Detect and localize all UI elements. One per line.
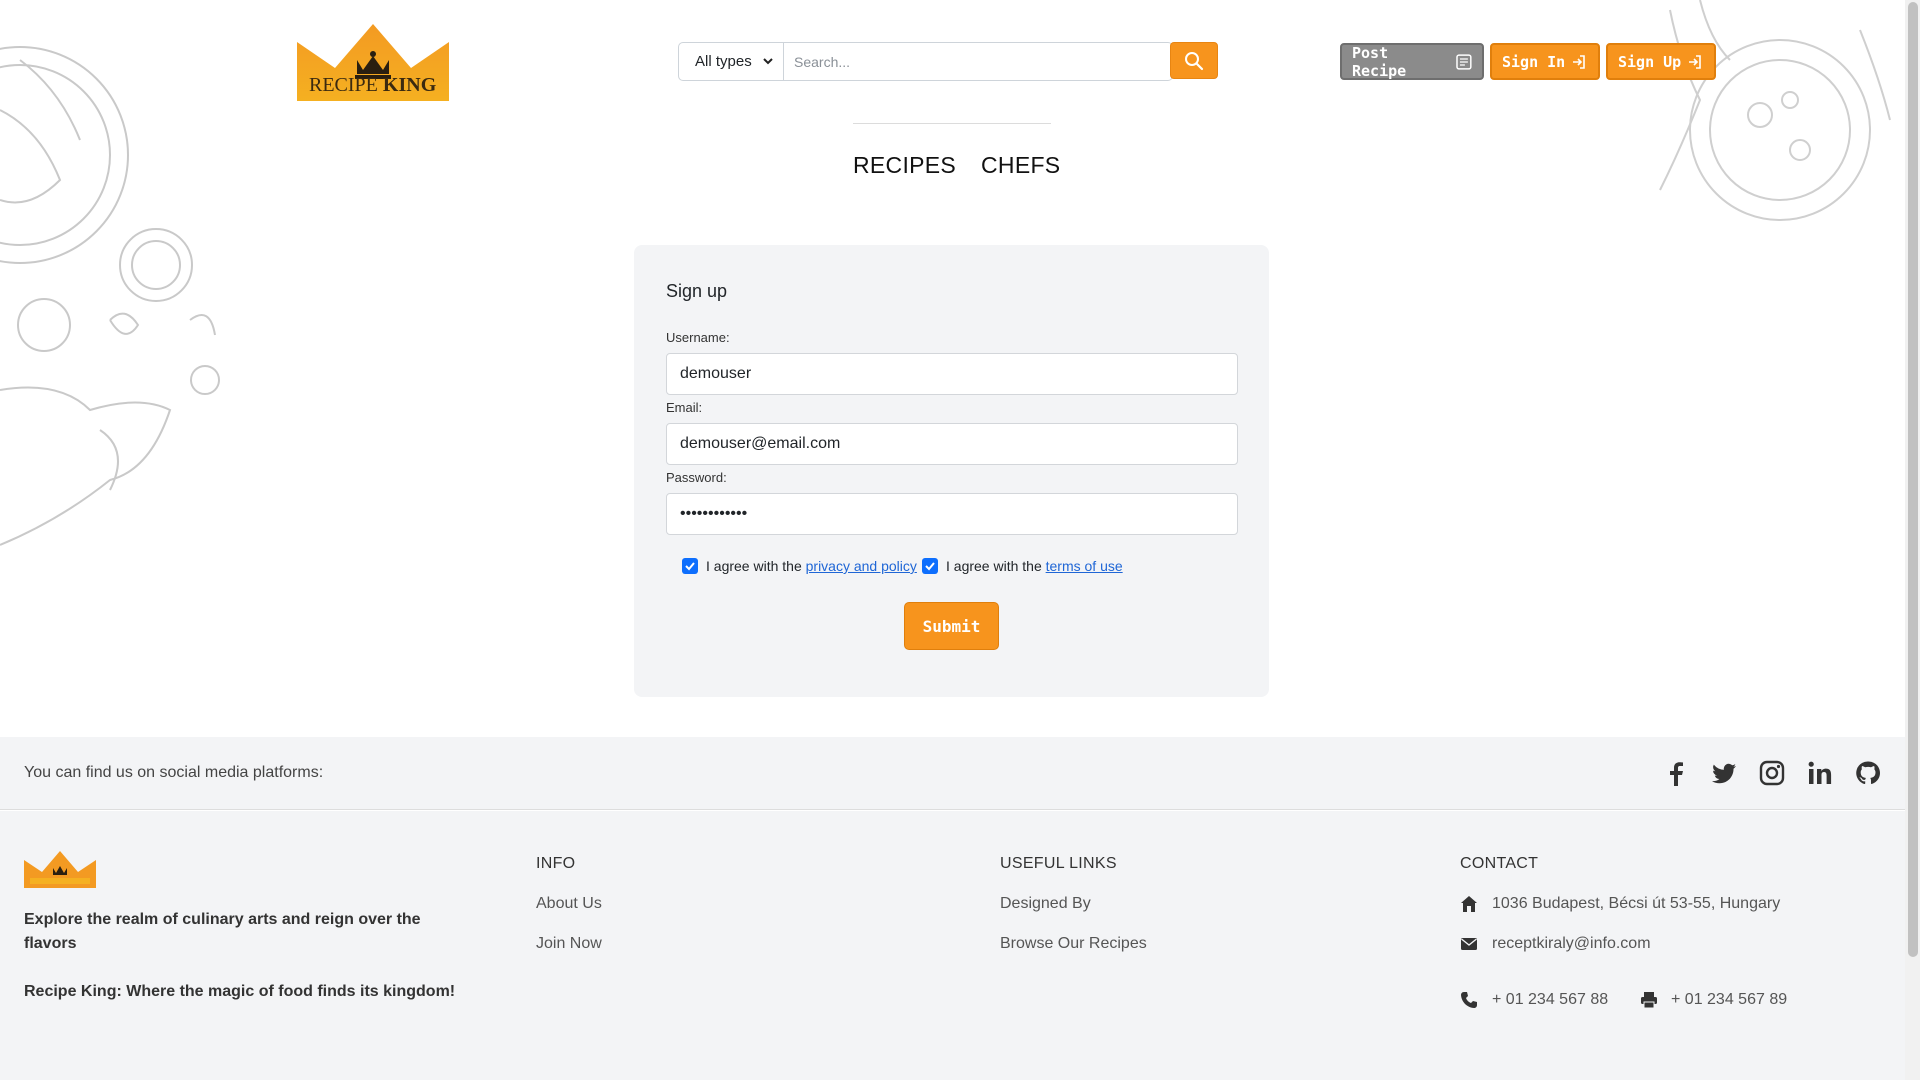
contact-phone: + 01 234 567 88 [1492, 991, 1609, 1008]
search-input[interactable] [784, 42, 1173, 81]
terms-of-use-link[interactable]: terms of use [1046, 558, 1123, 574]
privacy-agree-row: I agree with the privacy and policy [682, 558, 917, 574]
food-sketch-left-decoration [0, 46, 220, 546]
nav-recipes-link[interactable]: RECIPES [853, 152, 956, 179]
username-label: Username: [666, 330, 730, 345]
post-recipe-label: Post Recipe [1352, 43, 1407, 80]
contact-address: 1036 Budapest, Bécsi út 53-55, Hungary [1492, 895, 1781, 912]
privacy-checkbox[interactable] [682, 558, 698, 574]
contact-email[interactable]: receptkiraly@info.com [1492, 935, 1651, 953]
contact-heading: CONTACT [1460, 855, 1539, 872]
scrollbar-thumb[interactable] [1908, 2, 1918, 957]
footer-tagline-1: Explore the realm of culinary arts and r… [24, 911, 421, 952]
linkedin-icon[interactable] [1806, 759, 1834, 787]
page-scrollbar[interactable] [1905, 0, 1920, 1080]
checkmark-icon [925, 562, 935, 571]
privacy-agree-text: I agree with the [706, 558, 802, 574]
footer-tagline-2: Recipe King: Where the magic of food fin… [24, 983, 456, 1000]
facebook-icon[interactable] [1662, 759, 1690, 787]
social-text: You can find us on social media platform… [24, 764, 324, 781]
email-label: Email: [666, 400, 703, 415]
chevron-down-icon [763, 58, 773, 65]
recipe-king-logo[interactable]: RECIPE KING [297, 24, 449, 101]
sign-up-button[interactable]: Sign Up [1606, 43, 1716, 80]
submit-button[interactable]: Submit [904, 602, 999, 650]
envelope-icon [1461, 938, 1477, 950]
github-icon[interactable] [1854, 759, 1882, 787]
search-icon [1185, 51, 1204, 70]
designed-by-link[interactable]: Designed By [1000, 895, 1091, 913]
email-field[interactable] [666, 423, 1238, 465]
twitter-icon[interactable] [1710, 759, 1738, 787]
printer-icon [1641, 992, 1657, 1009]
type-select-value: All types [695, 53, 752, 70]
instagram-icon[interactable] [1758, 759, 1786, 787]
about-us-link[interactable]: About Us [536, 895, 602, 913]
recipe-card-icon [1456, 53, 1472, 70]
username-field[interactable] [666, 353, 1238, 395]
sign-in-button[interactable]: Sign In [1490, 43, 1600, 80]
nav-divider [853, 123, 1051, 124]
sign-up-label: Sign Up [1618, 52, 1682, 71]
password-field[interactable] [666, 493, 1238, 535]
food-sketch-right-decoration [1659, 0, 1891, 221]
logo-recipe-text: RECIPE [309, 74, 378, 96]
info-heading: INFO [536, 855, 576, 872]
terms-agree-row: I agree with the terms of use [922, 558, 1123, 574]
join-now-link[interactable]: Join Now [536, 935, 602, 953]
checkmark-icon [685, 562, 695, 571]
phone-icon [1461, 992, 1477, 1008]
search-bar: All types [678, 42, 1173, 81]
sign-in-icon [1689, 54, 1702, 69]
browse-recipes-link[interactable]: Browse Our Recipes [1000, 935, 1147, 953]
sign-up-card: Sign up Username: Email: Password: I agr… [634, 245, 1269, 697]
password-label: Password: [666, 470, 727, 485]
terms-agree-text: I agree with the [946, 558, 1042, 574]
type-select[interactable]: All types [678, 42, 784, 81]
post-recipe-button[interactable]: Post Recipe [1340, 43, 1484, 80]
form-title: Sign up [666, 281, 728, 301]
sign-in-icon [1573, 54, 1586, 69]
footer: Explore the realm of culinary arts and r… [0, 811, 1905, 1080]
nav-chefs-link[interactable]: CHEFS [981, 152, 1060, 179]
contact-fax: + 01 234 567 89 [1671, 991, 1788, 1008]
privacy-policy-link[interactable]: privacy and policy [806, 558, 917, 574]
useful-links-heading: USEFUL LINKS [1000, 855, 1117, 872]
search-button[interactable] [1170, 42, 1218, 79]
social-bar: You can find us on social media platform… [0, 737, 1905, 810]
logo-king-text: KING [382, 74, 437, 96]
footer-logo[interactable] [24, 851, 96, 888]
sign-in-label: Sign In [1502, 52, 1566, 71]
terms-checkbox[interactable] [922, 558, 938, 574]
home-icon [1461, 896, 1477, 912]
